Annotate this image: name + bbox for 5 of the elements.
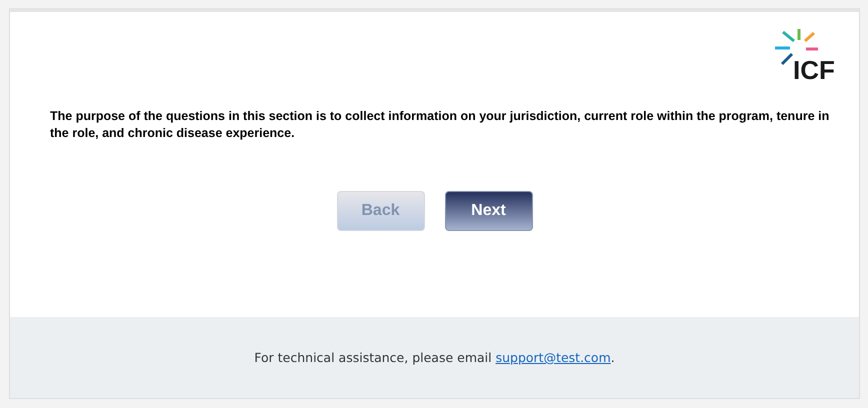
assistance-text: For technical assistance, please email support@test.com.	[254, 350, 615, 365]
nav-button[interactable]: Next	[444, 190, 532, 231]
email-link[interactable]: support@test.com	[496, 350, 611, 365]
logo-text: ICF	[793, 57, 835, 83]
intro-text: The purpose of the questions in this section is to collect information on your jurisdiction, current role within the program, tenure in the role, and chronic disease experience.	[50, 108, 830, 142]
